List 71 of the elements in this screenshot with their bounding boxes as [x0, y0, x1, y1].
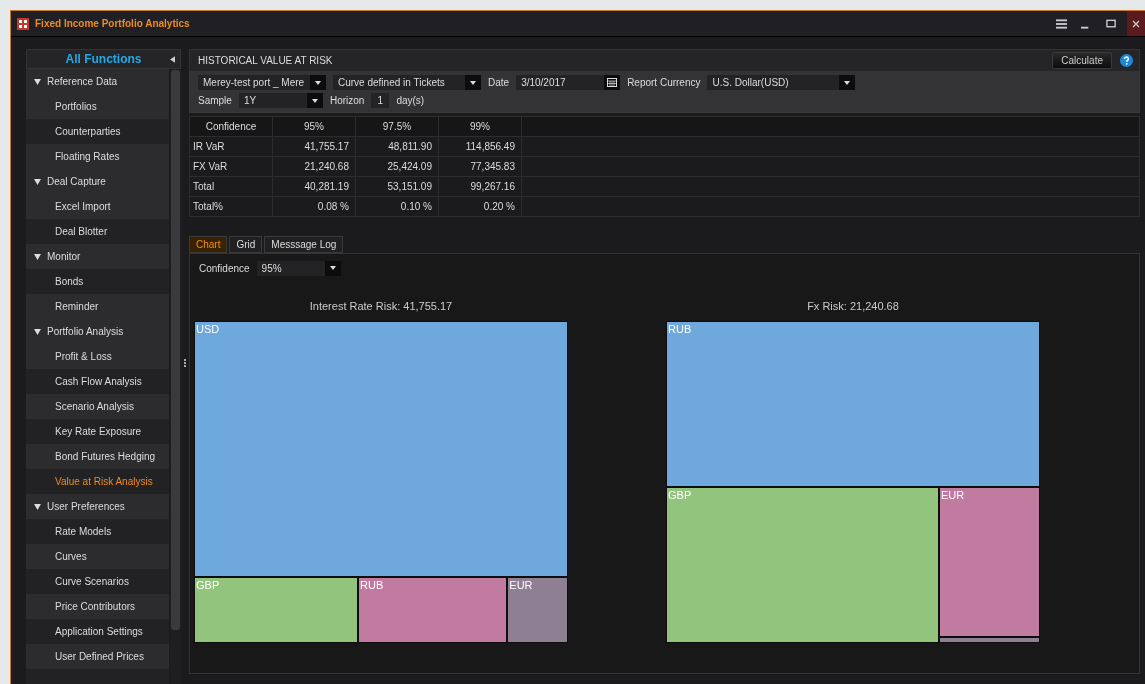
- sidebar-group[interactable]: Monitor: [26, 244, 170, 269]
- sidebar-item[interactable]: Profit & Loss: [26, 344, 170, 369]
- sidebar-group[interactable]: Reference Data: [26, 69, 170, 94]
- sidebar-group[interactable]: Portfolio Analysis: [26, 319, 170, 344]
- close-button[interactable]: [1127, 11, 1145, 36]
- caret-icon[interactable]: [34, 328, 41, 335]
- report-currency-label: Report Currency: [627, 77, 701, 88]
- sidebar-group[interactable]: User Preferences: [26, 494, 170, 519]
- curve-dropdown[interactable]: Curve defined in Tickets: [333, 75, 481, 90]
- tab[interactable]: Messsage Log: [264, 236, 344, 253]
- caret-icon[interactable]: [34, 178, 41, 185]
- column-header: Confidence: [189, 116, 273, 137]
- tile-label: USD: [196, 323, 220, 335]
- table-cell: Total: [189, 176, 273, 197]
- table-cell: Total%: [189, 196, 273, 217]
- caret-icon[interactable]: [315, 80, 321, 85]
- horizon-unit: day(s): [396, 95, 425, 106]
- horizon-label: Horizon: [329, 95, 365, 106]
- caret-icon[interactable]: [34, 253, 41, 260]
- sidebar-item[interactable]: Portfolios: [26, 94, 170, 119]
- splitter-handle-icon[interactable]: [184, 358, 186, 367]
- caret-icon[interactable]: [311, 98, 318, 103]
- sidebar-title: All Functions: [65, 52, 142, 66]
- horizon-field[interactable]: 1: [371, 93, 390, 108]
- calendar-icon[interactable]: [607, 78, 618, 87]
- treemap-title: Interest Rate Risk: 41,755.17: [308, 299, 454, 314]
- tile-label: GBP: [668, 488, 692, 501]
- sidebar-item[interactable]: Curves: [26, 544, 170, 569]
- tab[interactable]: Chart: [189, 236, 228, 253]
- sidebar-group[interactable]: Deal Capture: [26, 169, 170, 194]
- date-field[interactable]: 3/10/2017: [516, 75, 621, 90]
- tab[interactable]: Grid: [229, 236, 263, 253]
- menu-icon[interactable]: [1056, 18, 1067, 29]
- sample-label: Sample: [198, 95, 232, 106]
- caret-icon[interactable]: [844, 80, 851, 85]
- collapse-icon[interactable]: [170, 55, 175, 63]
- sidebar-item[interactable]: Reminder: [26, 294, 170, 319]
- sidebar-item[interactable]: Excel Import: [26, 194, 170, 219]
- help-icon[interactable]: [1120, 54, 1133, 67]
- column-header: 95%: [272, 116, 356, 137]
- caret-icon[interactable]: [34, 503, 41, 510]
- caret-icon[interactable]: [470, 80, 476, 85]
- tile-label: EUR: [941, 488, 965, 501]
- currency-dropdown[interactable]: U.S. Dollar(USD): [707, 75, 856, 90]
- confidence-dropdown[interactable]: 95%: [256, 260, 341, 276]
- sidebar-item[interactable]: Floating Rates: [26, 144, 170, 169]
- column-header: 97.5%: [355, 116, 439, 137]
- sidebar-item[interactable]: Scenario Analysis: [26, 394, 170, 419]
- sample-dropdown[interactable]: 1Y: [238, 93, 323, 108]
- app-logo-icon: [17, 17, 29, 30]
- confidence-label: Confidence: [199, 262, 250, 274]
- panel-title: HISTORICAL VALUE AT RISK: [198, 55, 333, 66]
- maximize-icon[interactable]: [1106, 18, 1117, 29]
- treemap-title: Fx Risk: 21,240.68: [806, 299, 900, 314]
- calculate-button[interactable]: Calculate: [1052, 52, 1112, 69]
- sidebar-item[interactable]: Bond Futures Hedging: [26, 444, 170, 469]
- tile-label: RUB: [360, 578, 384, 591]
- caret-icon[interactable]: [329, 266, 336, 270]
- window-title: Fixed Income Portfolio Analytics: [35, 18, 190, 29]
- sidebar-item[interactable]: Price Contributors: [26, 594, 170, 619]
- table-cell: IR VaR: [189, 136, 273, 157]
- portfolio-dropdown[interactable]: Merey-test port _ Mere: [198, 75, 326, 90]
- tile-label: EUR: [509, 578, 533, 591]
- sidebar-item[interactable]: User Defined Prices: [26, 644, 170, 669]
- tile-label: GBP: [196, 578, 220, 591]
- caret-icon[interactable]: [34, 78, 41, 85]
- close-icon[interactable]: [1132, 19, 1140, 28]
- table-cell: FX VaR: [189, 156, 273, 177]
- date-label: Date: [488, 77, 510, 88]
- tile-label: RUB: [668, 323, 692, 335]
- column-header: 99%: [438, 116, 522, 137]
